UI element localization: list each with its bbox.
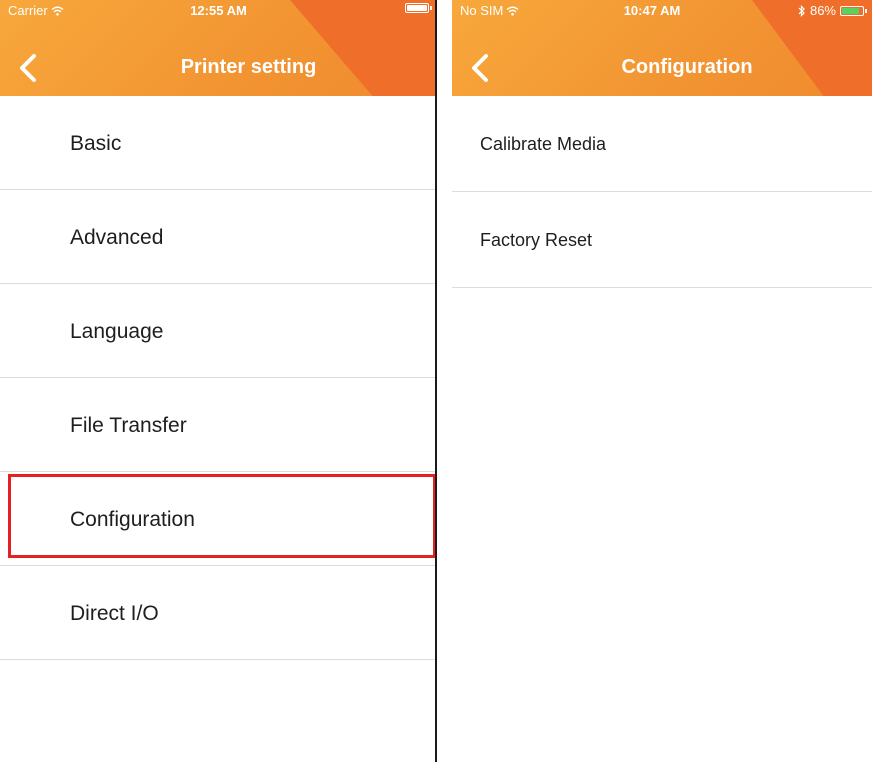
configuration-screen: No SIM 10:47 AM 86% Configuration Calibr… xyxy=(452,0,872,762)
battery-icon xyxy=(405,3,432,13)
list-item-advanced[interactable]: Advanced xyxy=(0,190,437,284)
list-item-label: Language xyxy=(70,320,164,343)
list-item-basic[interactable]: Basic xyxy=(0,96,437,190)
list-item-label: Direct I/O xyxy=(70,602,159,625)
list-item-configuration[interactable]: Configuration xyxy=(0,472,437,566)
list-item-factory-reset[interactable]: Factory Reset xyxy=(452,192,872,288)
list-item-file-transfer[interactable]: File Transfer xyxy=(0,378,437,472)
list-item-language[interactable]: Language xyxy=(0,284,437,378)
battery-icon xyxy=(840,5,867,16)
list-item-label: Configuration xyxy=(70,508,195,531)
printer-setting-screen: Carrier 12:55 AM Printer setting Basic A… xyxy=(0,0,437,762)
list-item-calibrate-media[interactable]: Calibrate Media xyxy=(452,96,872,192)
back-chevron-icon[interactable] xyxy=(14,50,44,86)
list-item-label: Calibrate Media xyxy=(480,134,607,154)
list-item-direct-io[interactable]: Direct I/O xyxy=(0,566,437,660)
status-bar: Carrier 12:55 AM xyxy=(0,0,437,22)
back-chevron-icon[interactable] xyxy=(466,50,496,86)
list-item-label: Basic xyxy=(70,132,122,155)
settings-list: Basic Advanced Language File Transfer Co… xyxy=(0,96,437,660)
frame-divider xyxy=(435,0,437,762)
page-title: Printer setting xyxy=(180,56,317,78)
navigation-bar: Carrier 12:55 AM Printer setting xyxy=(0,0,437,96)
battery-percent: 86% xyxy=(809,3,836,18)
bluetooth-icon xyxy=(798,4,805,17)
configuration-list: Calibrate Media Factory Reset xyxy=(452,96,872,288)
list-item-label: Factory Reset xyxy=(480,230,593,250)
list-item-label: Advanced xyxy=(70,226,164,249)
navigation-bar: No SIM 10:47 AM 86% Configuration xyxy=(452,0,872,96)
list-item-label: File Transfer xyxy=(70,414,187,437)
page-title: Configuration xyxy=(621,56,753,78)
status-bar: No SIM 10:47 AM 86% xyxy=(452,0,872,22)
status-time: 12:55 AM xyxy=(190,3,247,18)
